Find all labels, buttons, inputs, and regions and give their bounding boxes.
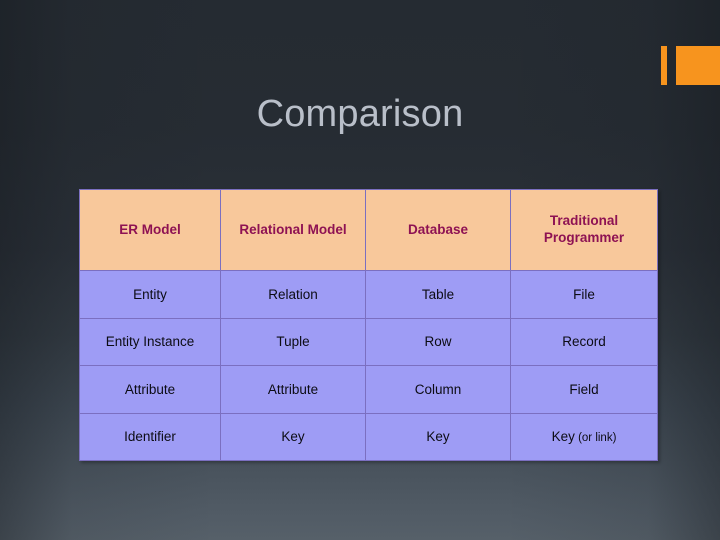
- column-header-relational-model: Relational Model: [220, 189, 366, 271]
- table-row: Identifier Key Key Key (or link): [79, 412, 658, 461]
- cell-database: Row: [365, 317, 511, 366]
- table-header: ER Model Relational Model Database Tradi…: [79, 189, 658, 271]
- cell-database: Key: [365, 412, 511, 461]
- cell-er-model: Entity: [79, 270, 221, 319]
- cell-database: Column: [365, 365, 511, 414]
- slide-canvas: Comparison ER Model Relational Model Dat…: [0, 0, 720, 540]
- table-row: Attribute Attribute Column Field: [79, 365, 658, 414]
- table-body: Entity Relation Table File Entity Instan…: [79, 270, 658, 461]
- cell-er-model: Identifier: [79, 412, 221, 461]
- page-title: Comparison: [256, 93, 464, 135]
- cell-key-sub-text: (or link): [578, 432, 617, 445]
- cell-traditional-programmer: File: [510, 270, 658, 319]
- cell-er-model: Entity Instance: [79, 317, 221, 366]
- column-header-traditional-programmer: Traditional Programmer: [510, 189, 658, 271]
- comparison-table-container: ER Model Relational Model Database Tradi…: [79, 189, 658, 461]
- table-row: Entity Instance Tuple Row Record: [79, 317, 658, 366]
- cell-key-main: Key: [551, 429, 575, 445]
- column-header-database: Database: [365, 189, 511, 271]
- column-header-er-model: ER Model: [79, 189, 221, 271]
- cell-relational-model: Attribute: [220, 365, 366, 414]
- comparison-table: ER Model Relational Model Database Tradi…: [79, 189, 658, 461]
- table-header-row: ER Model Relational Model Database Tradi…: [79, 189, 658, 271]
- cell-relational-model: Tuple: [220, 317, 366, 366]
- cell-relational-model: Key: [220, 412, 366, 461]
- table-row: Entity Relation Table File: [79, 270, 658, 319]
- cell-traditional-programmer: Record: [510, 317, 658, 366]
- cell-traditional-programmer: Key (or link): [510, 412, 658, 461]
- orange-accent-bar-block-icon: [676, 46, 720, 85]
- cell-relational-model: Relation: [220, 270, 366, 319]
- cell-er-model: Attribute: [79, 365, 221, 414]
- cell-traditional-programmer: Field: [510, 365, 658, 414]
- orange-accent-bar-thin-icon: [661, 46, 667, 85]
- cell-database: Table: [365, 270, 511, 319]
